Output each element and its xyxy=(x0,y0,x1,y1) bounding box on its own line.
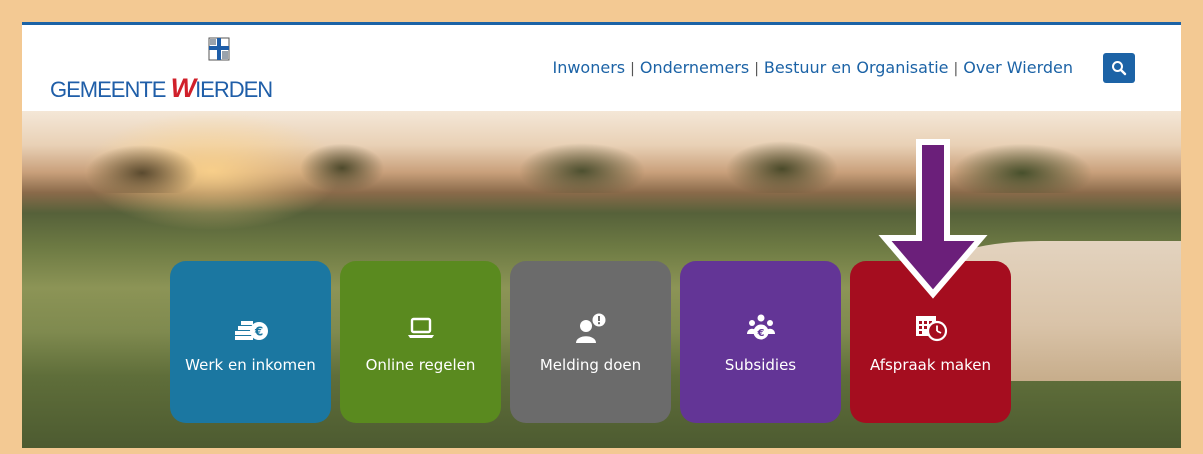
hero-image: € Werk en inkomen Online regelen Melding… xyxy=(22,111,1181,448)
nav-item-inwoners[interactable]: Inwoners xyxy=(552,58,625,77)
tile-label: Afspraak maken xyxy=(869,356,992,374)
tree-line xyxy=(22,133,1181,193)
calendar-clock-icon xyxy=(914,313,948,343)
down-arrow-annotation xyxy=(878,139,988,299)
site-logo[interactable]: GEMEENTE WIERDEN xyxy=(50,37,280,103)
tile-online-regelen[interactable]: Online regelen xyxy=(340,261,501,423)
tile-werk-en-inkomen[interactable]: € Werk en inkomen xyxy=(170,261,331,423)
search-icon xyxy=(1112,61,1127,76)
svg-text:€: € xyxy=(756,328,764,339)
nav-item-over-wierden[interactable]: Over Wierden xyxy=(963,58,1073,77)
tile-label: Online regelen xyxy=(365,356,476,374)
person-alert-icon xyxy=(574,313,608,343)
tile-label: Subsidies xyxy=(724,356,797,374)
tile-label: Werk en inkomen xyxy=(185,356,316,374)
page-frame: GEMEENTE WIERDEN Inwoners | Ondernemers | Be… xyxy=(22,22,1181,448)
tile-subsidies[interactable]: € Subsidies xyxy=(680,261,841,423)
nav-item-bestuur-en-organisatie[interactable]: Bestuur en Organisatie xyxy=(764,58,949,77)
logo-text: GEMEENTE WIERDEN xyxy=(50,73,273,103)
main-nav: Inwoners | Ondernemers | Bestuur en Organisa… xyxy=(552,58,1073,77)
tile-melding-doen[interactable]: Melding doen xyxy=(510,261,671,423)
site-header: GEMEENTE WIERDEN Inwoners | Ondernemers | Be… xyxy=(22,25,1181,111)
tile-label: Melding doen xyxy=(539,356,642,374)
nav-separator: | xyxy=(630,61,635,77)
coins-euro-icon: € xyxy=(233,313,269,343)
nav-item-ondernemers[interactable]: Ondernemers xyxy=(640,58,749,77)
group-euro-icon: € xyxy=(744,313,778,343)
crest-icon xyxy=(208,37,230,61)
search-button[interactable] xyxy=(1103,53,1135,83)
svg-text:€: € xyxy=(253,325,262,339)
nav-separator: | xyxy=(754,61,759,77)
laptop-icon xyxy=(407,313,435,343)
nav-separator: | xyxy=(953,61,959,77)
